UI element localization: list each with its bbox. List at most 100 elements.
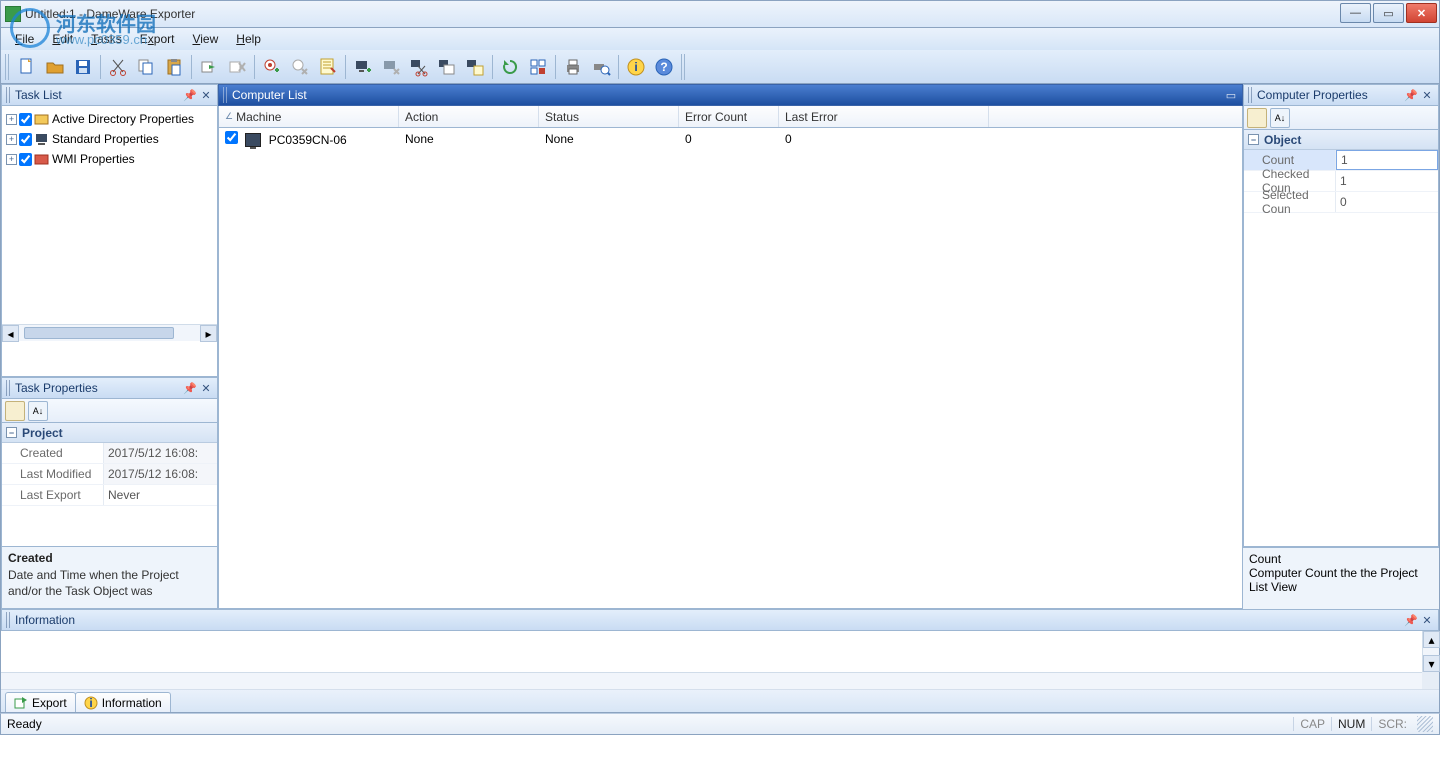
print-preview-button[interactable] xyxy=(588,54,614,80)
open-button[interactable] xyxy=(42,54,68,80)
prop-row-created[interactable]: Created2017/5/12 16:08: xyxy=(2,443,217,464)
svg-text:i: i xyxy=(89,696,92,710)
task-add-button[interactable] xyxy=(259,54,285,80)
machine-add-button[interactable] xyxy=(350,54,376,80)
information-body: ▴ ▾ xyxy=(1,631,1439,690)
task-props-description: Created Date and Time when the Project a… xyxy=(1,547,218,609)
row-checkbox[interactable] xyxy=(225,131,238,144)
app-icon xyxy=(5,6,21,22)
task-list-title: Task List xyxy=(15,88,181,102)
tree-hscrollbar[interactable]: ◂ ▸ xyxy=(2,324,217,341)
tree-checkbox[interactable] xyxy=(19,113,32,126)
alphabetical-button[interactable]: A↓ xyxy=(28,401,48,421)
refresh-button[interactable] xyxy=(497,54,523,80)
col-machine[interactable]: Machine xyxy=(219,106,399,127)
export-run-button[interactable] xyxy=(196,54,222,80)
scroll-left-icon[interactable]: ◂ xyxy=(2,325,19,342)
scrl-indicator: SCR: xyxy=(1371,717,1413,731)
machine-copy-button[interactable] xyxy=(434,54,460,80)
info-vscrollbar[interactable]: ▴ ▾ xyxy=(1422,631,1439,672)
menu-file[interactable]: File xyxy=(7,30,42,48)
pin-icon[interactable]: 📌 xyxy=(183,381,197,395)
tab-information[interactable]: i Information xyxy=(75,692,171,712)
window-position-icon[interactable]: ▭ xyxy=(1224,88,1238,102)
pin-icon[interactable]: 📌 xyxy=(1404,88,1418,102)
expand-icon[interactable]: + xyxy=(6,114,17,125)
computer-icon xyxy=(245,133,261,147)
svg-text:i: i xyxy=(634,60,637,74)
machine-cut-button[interactable] xyxy=(406,54,432,80)
machine-remove-button[interactable] xyxy=(378,54,404,80)
toolbar-grip-end[interactable] xyxy=(681,54,687,80)
tree-item-wmi[interactable]: + WMI Properties xyxy=(2,149,217,169)
prop-row-modified[interactable]: Last Modified2017/5/12 16:08: xyxy=(2,464,217,485)
computer-props-title: Computer Properties xyxy=(1257,88,1402,102)
folder-std-icon xyxy=(34,131,50,147)
new-button[interactable] xyxy=(14,54,40,80)
prop-category[interactable]: −Object xyxy=(1244,130,1438,150)
export-stop-button[interactable] xyxy=(224,54,250,80)
col-status[interactable]: Status xyxy=(539,106,679,127)
task-props-grid: −Project Created2017/5/12 16:08: Last Mo… xyxy=(1,423,218,547)
menu-export[interactable]: Export xyxy=(132,30,183,48)
about-button[interactable]: i xyxy=(623,54,649,80)
alphabetical-button[interactable]: A↓ xyxy=(1270,108,1290,128)
menu-view[interactable]: View xyxy=(184,30,226,48)
close-button[interactable]: ✕ xyxy=(1406,3,1437,23)
scroll-up-icon[interactable]: ▴ xyxy=(1423,631,1440,648)
tree-checkbox[interactable] xyxy=(19,133,32,146)
information-panel: Information 📌 ✕ ▴ ▾ Export i Information xyxy=(0,609,1440,713)
computer-props-header: Computer Properties 📌 ✕ xyxy=(1243,84,1439,106)
close-panel-icon[interactable]: ✕ xyxy=(199,381,213,395)
status-text: Ready xyxy=(7,717,1293,731)
col-action[interactable]: Action xyxy=(399,106,539,127)
col-last-error[interactable]: Last Error xyxy=(779,106,989,127)
properties-button[interactable] xyxy=(315,54,341,80)
export-icon xyxy=(14,696,28,710)
machine-list-button[interactable] xyxy=(462,54,488,80)
pin-icon[interactable]: 📌 xyxy=(183,88,197,102)
select-all-button[interactable] xyxy=(525,54,551,80)
tree-label: WMI Properties xyxy=(52,152,135,166)
close-panel-icon[interactable]: ✕ xyxy=(199,88,213,102)
resize-grip-icon[interactable] xyxy=(1417,716,1433,732)
help-button[interactable]: ? xyxy=(651,54,677,80)
tree-checkbox[interactable] xyxy=(19,153,32,166)
tree-item-std[interactable]: + Standard Properties xyxy=(2,129,217,149)
folder-wmi-icon xyxy=(34,151,50,167)
computer-list-header: Computer List ▭ xyxy=(218,84,1243,106)
menu-tasks[interactable]: Tasks xyxy=(83,30,130,48)
maximize-button[interactable]: ▭ xyxy=(1373,3,1404,23)
paste-button[interactable] xyxy=(161,54,187,80)
cut-button[interactable] xyxy=(105,54,131,80)
computer-row[interactable]: PC0359CN-06 None None 0 0 xyxy=(219,128,1242,150)
tree-item-ad[interactable]: + Active Directory Properties xyxy=(2,109,217,129)
print-button[interactable] xyxy=(560,54,586,80)
menu-help[interactable]: Help xyxy=(228,30,269,48)
prop-row-lastexport[interactable]: Last ExportNever xyxy=(2,485,217,506)
pin-icon[interactable]: 📌 xyxy=(1404,613,1418,627)
computer-props-description: Count Computer Count the the Project Lis… xyxy=(1243,547,1439,609)
scroll-down-icon[interactable]: ▾ xyxy=(1423,655,1440,672)
categorized-button[interactable] xyxy=(1247,108,1267,128)
save-button[interactable] xyxy=(70,54,96,80)
prop-row-selected[interactable]: Selected Coun0 xyxy=(1244,192,1438,213)
svg-text:?: ? xyxy=(660,60,667,74)
close-panel-icon[interactable]: ✕ xyxy=(1420,613,1434,627)
menu-edit[interactable]: Edit xyxy=(44,30,81,48)
toolbar-grip[interactable] xyxy=(5,54,11,80)
scroll-right-icon[interactable]: ▸ xyxy=(200,325,217,342)
cap-indicator: CAP xyxy=(1293,717,1331,731)
expand-icon[interactable]: + xyxy=(6,134,17,145)
categorized-button[interactable] xyxy=(5,401,25,421)
col-error-count[interactable]: Error Count xyxy=(679,106,779,127)
prop-category[interactable]: −Project xyxy=(2,423,217,443)
expand-icon[interactable]: + xyxy=(6,154,17,165)
copy-button[interactable] xyxy=(133,54,159,80)
tab-export[interactable]: Export xyxy=(5,692,76,712)
info-hscrollbar[interactable] xyxy=(1,672,1422,689)
close-panel-icon[interactable]: ✕ xyxy=(1420,88,1434,102)
minimize-button[interactable]: — xyxy=(1340,3,1371,23)
scroll-thumb[interactable] xyxy=(24,327,174,339)
task-remove-button[interactable] xyxy=(287,54,313,80)
